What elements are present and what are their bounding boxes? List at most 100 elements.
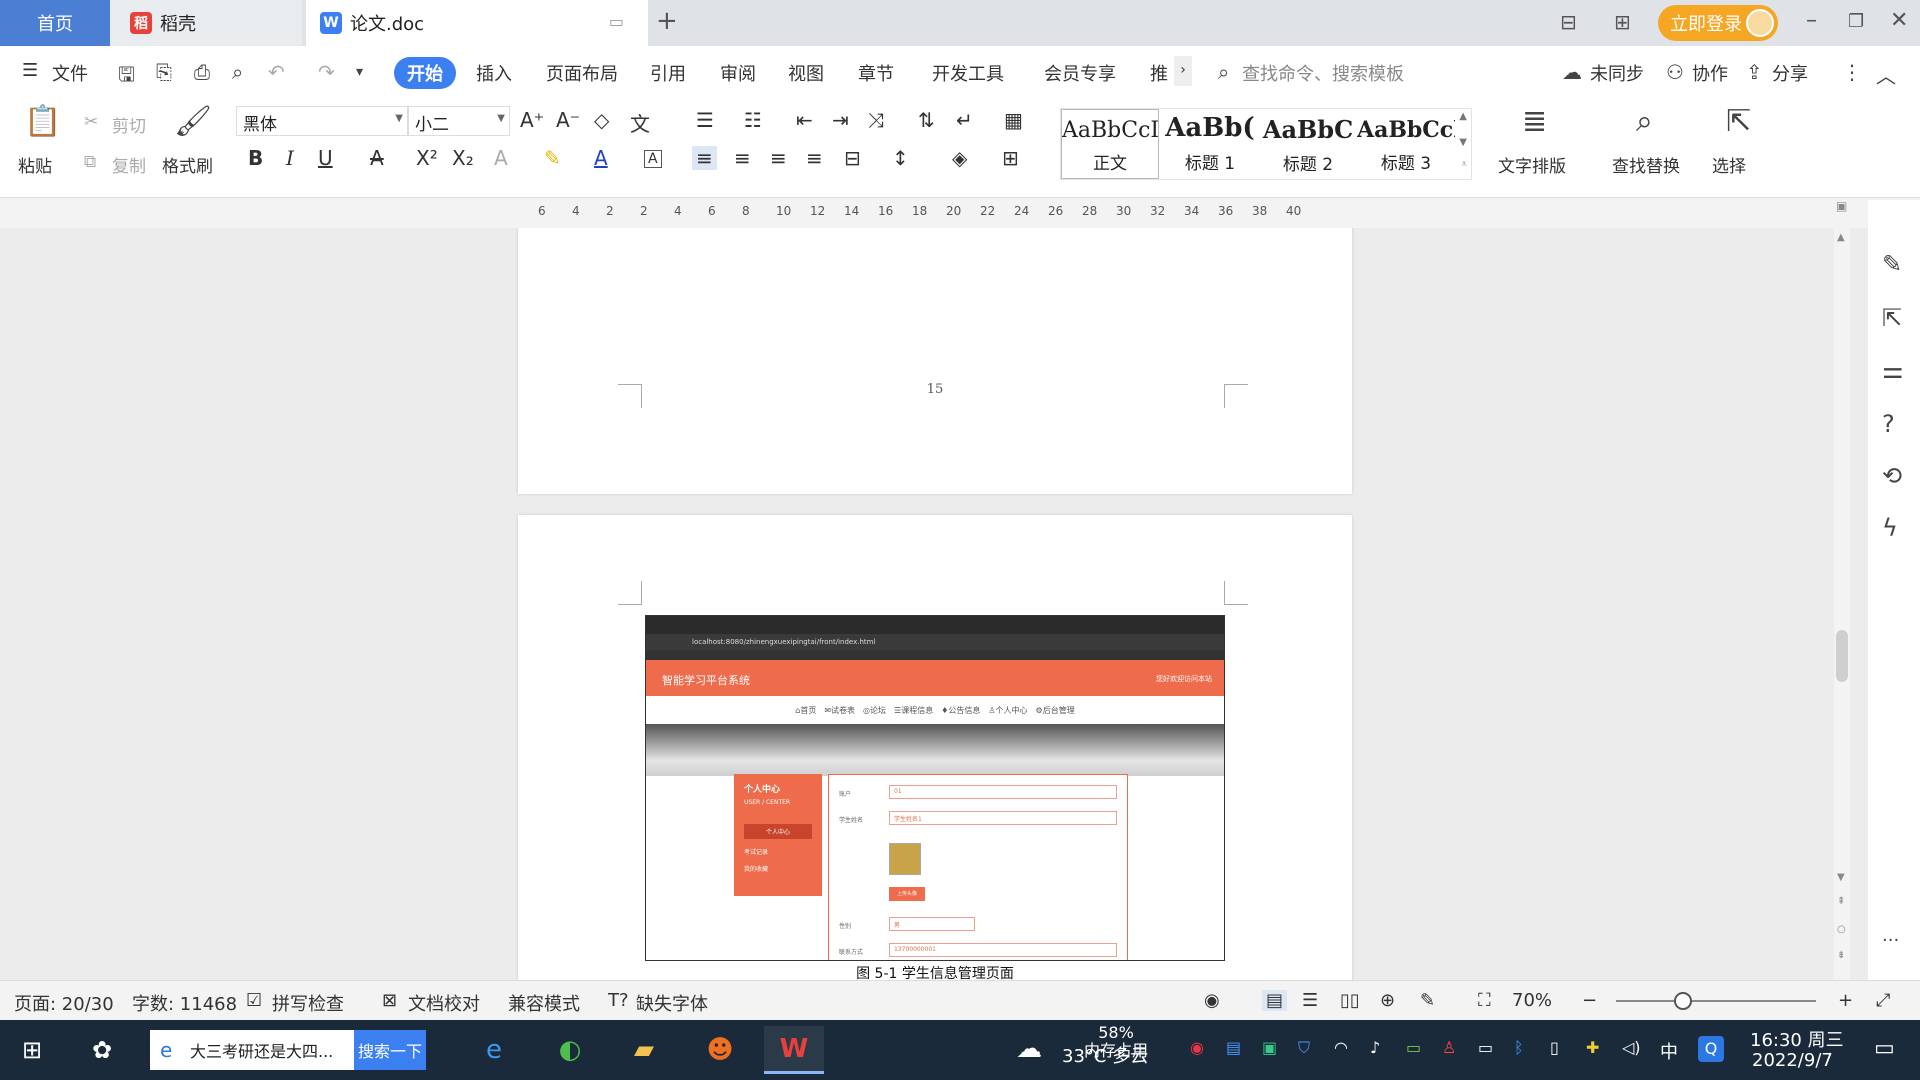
page-current[interactable]: localhost:8080/zhinengxuexipingtai/front… <box>518 515 1352 980</box>
menu-file[interactable]: 文件 <box>52 60 88 86</box>
font-size-select[interactable]: 小二 ▼ <box>408 106 510 136</box>
action-center-icon[interactable]: ▭ <box>1874 1036 1895 1061</box>
menu-tab-page-layout[interactable]: 页面布局 <box>546 60 618 86</box>
tray-app-icon[interactable]: ✚ <box>1586 1038 1599 1057</box>
quick-access-dropdown-icon[interactable]: ▾ <box>356 64 363 80</box>
horizontal-ruler[interactable]: 6 4 2 2 4 6 8 10 12 14 16 18 20 22 24 26 28 30 32 34 36 38 40 <box>0 198 1920 228</box>
more-options-icon[interactable]: ⋮ <box>1842 60 1862 84</box>
paste-icon[interactable]: 📋 <box>24 104 61 139</box>
write-view-icon[interactable]: ✎ <box>1420 990 1435 1011</box>
ime-indicator[interactable]: 中 <box>1660 1038 1678 1064</box>
tray-app-icon[interactable]: ▤ <box>1226 1038 1241 1057</box>
close-icon[interactable]: ✕ <box>1890 8 1908 33</box>
hamburger-icon[interactable]: ☰ <box>22 60 38 81</box>
collaborate-button[interactable]: 协作 <box>1692 60 1728 86</box>
embedded-screenshot[interactable]: localhost:8080/zhinengxuexipingtai/front… <box>645 615 1225 961</box>
input-method-icon[interactable]: Q <box>1698 1036 1724 1062</box>
notification-bell-icon[interactable]: ♪ <box>1370 1038 1380 1057</box>
align-center-icon[interactable]: ≡ <box>734 146 751 170</box>
tab-home[interactable]: 首页 <box>0 0 110 46</box>
usb-icon[interactable]: ▯ <box>1550 1038 1559 1057</box>
minimize-icon[interactable]: – <box>1806 8 1817 33</box>
print-preview-icon[interactable]: ⌕ <box>232 60 243 84</box>
style-heading-3[interactable]: AaBbCcl 标题 3 <box>1357 109 1455 179</box>
fit-page-icon[interactable]: ⛶ <box>1478 990 1491 1011</box>
scroll-up-icon[interactable]: ▲ <box>1837 232 1845 243</box>
bold-icon[interactable]: B <box>248 146 263 170</box>
find-replace-icon[interactable]: ⌕ <box>1636 104 1653 139</box>
redo-icon[interactable]: ↷ <box>318 60 335 84</box>
style-expand-icon[interactable]: ⩡ <box>1461 159 1467 170</box>
strikethrough-icon[interactable]: A <box>370 146 384 170</box>
scroll-down-icon[interactable]: ▼ <box>1837 872 1845 883</box>
split-view-icon[interactable]: ▣ <box>1836 199 1847 213</box>
paste-button[interactable]: 粘贴 <box>18 152 52 177</box>
superscript-icon[interactable]: X² <box>416 146 438 170</box>
menu-scroll-right-icon[interactable]: › <box>1174 56 1192 86</box>
pointer-icon[interactable]: ⇱ <box>1882 304 1902 332</box>
menu-tab-references[interactable]: 引用 <box>650 60 686 86</box>
login-button[interactable]: 立即登录 <box>1658 5 1778 41</box>
copy-button[interactable]: 复制 <box>112 152 146 177</box>
tray-app-icon[interactable]: ◉ <box>1190 1038 1204 1057</box>
text-effect-icon[interactable]: A <box>494 146 508 170</box>
chinese-layout-icon[interactable]: ⤨ <box>868 108 884 132</box>
increase-indent-icon[interactable]: ⇥ <box>832 108 849 132</box>
subscript-icon[interactable]: X₂ <box>452 146 474 170</box>
game-app-icon[interactable]: ☻ <box>690 1026 750 1074</box>
export-pdf-icon[interactable]: ⎘ <box>156 60 172 84</box>
style-normal[interactable]: AaBbCcI 正文 <box>1061 109 1159 179</box>
menu-tab-chapter[interactable]: 章节 <box>858 60 894 86</box>
sliders-icon[interactable]: ⚌ <box>1882 356 1904 384</box>
web-view-icon[interactable]: ⊕ <box>1380 990 1395 1011</box>
menu-tab-insert[interactable]: 插入 <box>476 60 512 86</box>
bluetooth-icon[interactable]: ᛒ <box>1514 1038 1524 1057</box>
undo-icon[interactable]: ↶ <box>268 60 285 84</box>
reading-view-icon[interactable]: ▯▯ <box>1340 990 1360 1011</box>
collapse-ribbon-icon[interactable]: ︿ <box>1876 60 1896 89</box>
font-color-icon[interactable]: A <box>594 146 608 170</box>
menu-tab-start[interactable]: 开始 <box>394 57 456 89</box>
format-painter-button[interactable]: 格式刷 <box>162 152 213 177</box>
table-ruler-icon[interactable]: ▦ <box>1004 108 1023 132</box>
lightning-icon[interactable]: ϟ <box>1882 514 1898 542</box>
shading-icon[interactable]: ◈ <box>952 146 967 170</box>
clock-time[interactable]: 16:30 周三 <box>1750 1026 1844 1052</box>
distribute-icon[interactable]: ⊟ <box>844 146 861 170</box>
new-tab-button[interactable]: + <box>656 6 678 36</box>
align-left-icon[interactable]: ≡ <box>692 146 717 170</box>
qq-icon[interactable]: ♙ <box>1442 1038 1456 1057</box>
eye-protection-icon[interactable]: ◉ <box>1204 990 1220 1011</box>
zoom-in-icon[interactable]: + <box>1838 990 1853 1011</box>
command-search-input[interactable]: 查找命令、搜索模板 <box>1242 60 1404 86</box>
find-replace-button[interactable]: 查找替换 <box>1612 152 1680 177</box>
zoom-out-icon[interactable]: − <box>1582 990 1597 1011</box>
style-heading-2[interactable]: AaBbC 标题 2 <box>1259 109 1357 179</box>
decrease-indent-icon[interactable]: ⇤ <box>796 108 813 132</box>
format-painter-icon[interactable]: 🖌 <box>174 104 212 139</box>
menu-tab-developer[interactable]: 开发工具 <box>932 60 1004 86</box>
sort-icon[interactable]: ⇅ <box>918 108 935 132</box>
select-button[interactable]: 选择 <box>1712 152 1746 177</box>
windows-start-icon[interactable]: ⊞ <box>22 1036 42 1064</box>
sync-status[interactable]: 未同步 <box>1590 60 1644 86</box>
save-icon[interactable]: 🖫 <box>118 60 135 94</box>
help-icon[interactable]: ? <box>1882 410 1895 438</box>
ie-browser-icon[interactable]: e <box>464 1026 524 1074</box>
highlight-icon[interactable]: ✎ <box>544 146 561 170</box>
menu-tab-review[interactable]: 审阅 <box>720 60 756 86</box>
browser-360-icon[interactable]: ◐ <box>540 1026 600 1074</box>
share-button[interactable]: 分享 <box>1772 60 1808 86</box>
shield-icon[interactable]: ⛉ <box>1298 1038 1310 1058</box>
proofread-button[interactable]: 文档校对 <box>408 990 480 1016</box>
clear-format-icon[interactable]: ◇ <box>594 108 609 132</box>
page-view-icon[interactable]: ▤ <box>1262 990 1288 1011</box>
nvidia-icon[interactable]: ▭ <box>1406 1038 1421 1057</box>
next-page-icon[interactable]: ⇟ <box>1837 950 1845 961</box>
style-scroll-down-icon[interactable]: ▼ <box>1459 137 1467 148</box>
document-canvas[interactable]: 15 localhost:8080/zhinengxuexipingtai/fr… <box>0 228 1836 980</box>
italic-icon[interactable]: I <box>286 146 294 170</box>
wps-office-icon[interactable]: W <box>764 1026 824 1074</box>
page-indicator[interactable]: 页面: 20/30 <box>14 990 114 1016</box>
numbered-list-icon[interactable]: ☷ <box>744 108 762 132</box>
